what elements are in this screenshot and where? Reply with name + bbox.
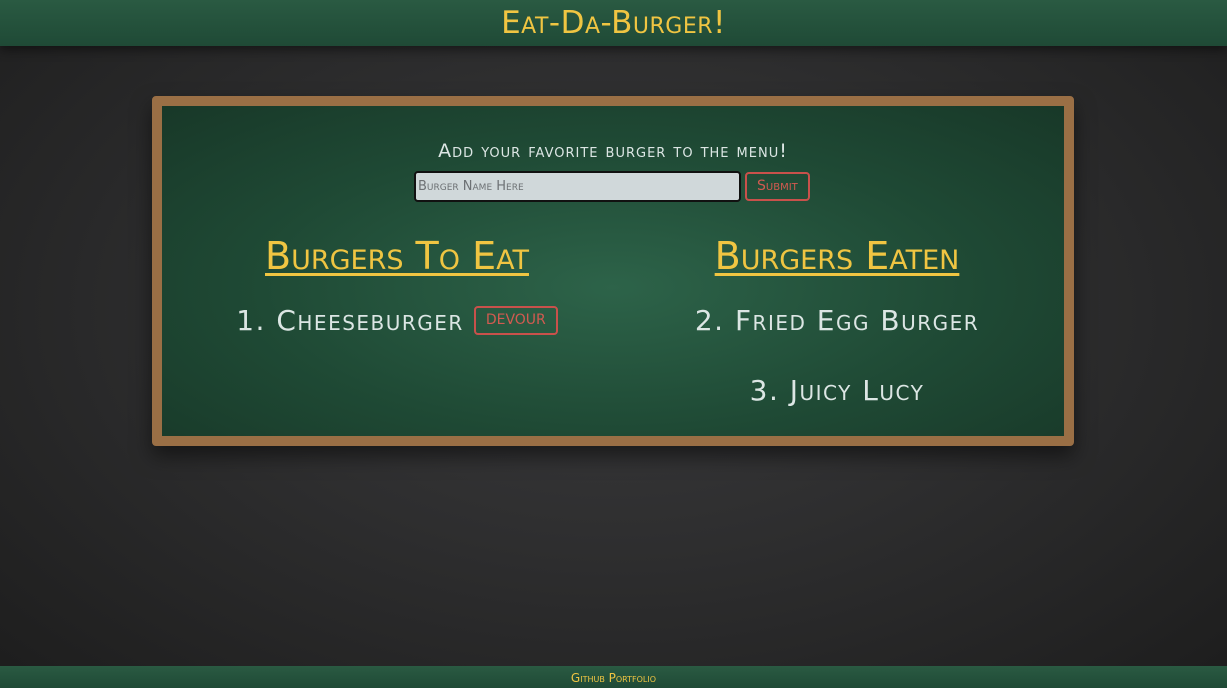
burger-number: 2.	[694, 303, 725, 337]
chalkboard: Add your favorite burger to the menu! Su…	[152, 96, 1074, 446]
submit-button[interactable]: Submit	[745, 171, 810, 201]
list-item: 1. Cheeseburger devour	[202, 300, 592, 340]
burgers-eaten-section: Burgers Eaten 2. Fried Egg Burger 3. Jui…	[642, 232, 1032, 410]
burger-number: 1.	[236, 303, 266, 337]
burger-number: 3.	[749, 373, 780, 407]
list-item: 2. Fried Egg Burger	[642, 300, 1032, 340]
burger-name: Fried Egg Burger	[734, 303, 980, 337]
burgers-to-eat-list: 1. Cheeseburger devour	[202, 300, 592, 340]
burger-name-input[interactable]	[414, 170, 741, 202]
footer: Github Portfolio	[0, 666, 1227, 688]
burger-name: Juicy Lucy	[789, 373, 925, 407]
burger-name: Cheeseburger	[276, 303, 464, 337]
site-title: Eat-Da-Burger!	[501, 5, 726, 41]
add-burger-prompt: Add your favorite burger to the menu!	[438, 140, 788, 162]
devour-button[interactable]: devour	[473, 305, 558, 335]
list-item: 3. Juicy Lucy	[642, 370, 1032, 410]
add-burger-form: Submit	[414, 170, 810, 202]
top-bar: Eat-Da-Burger!	[0, 0, 1227, 46]
burgers-to-eat-heading: Burgers To Eat	[265, 234, 529, 278]
github-portfolio-link[interactable]: Github Portfolio	[571, 671, 656, 685]
burgers-eaten-list: 2. Fried Egg Burger 3. Juicy Lucy	[642, 300, 1032, 410]
burgers-to-eat-section: Burgers To Eat 1. Cheeseburger devour	[202, 232, 592, 340]
burgers-eaten-heading: Burgers Eaten	[714, 234, 960, 278]
